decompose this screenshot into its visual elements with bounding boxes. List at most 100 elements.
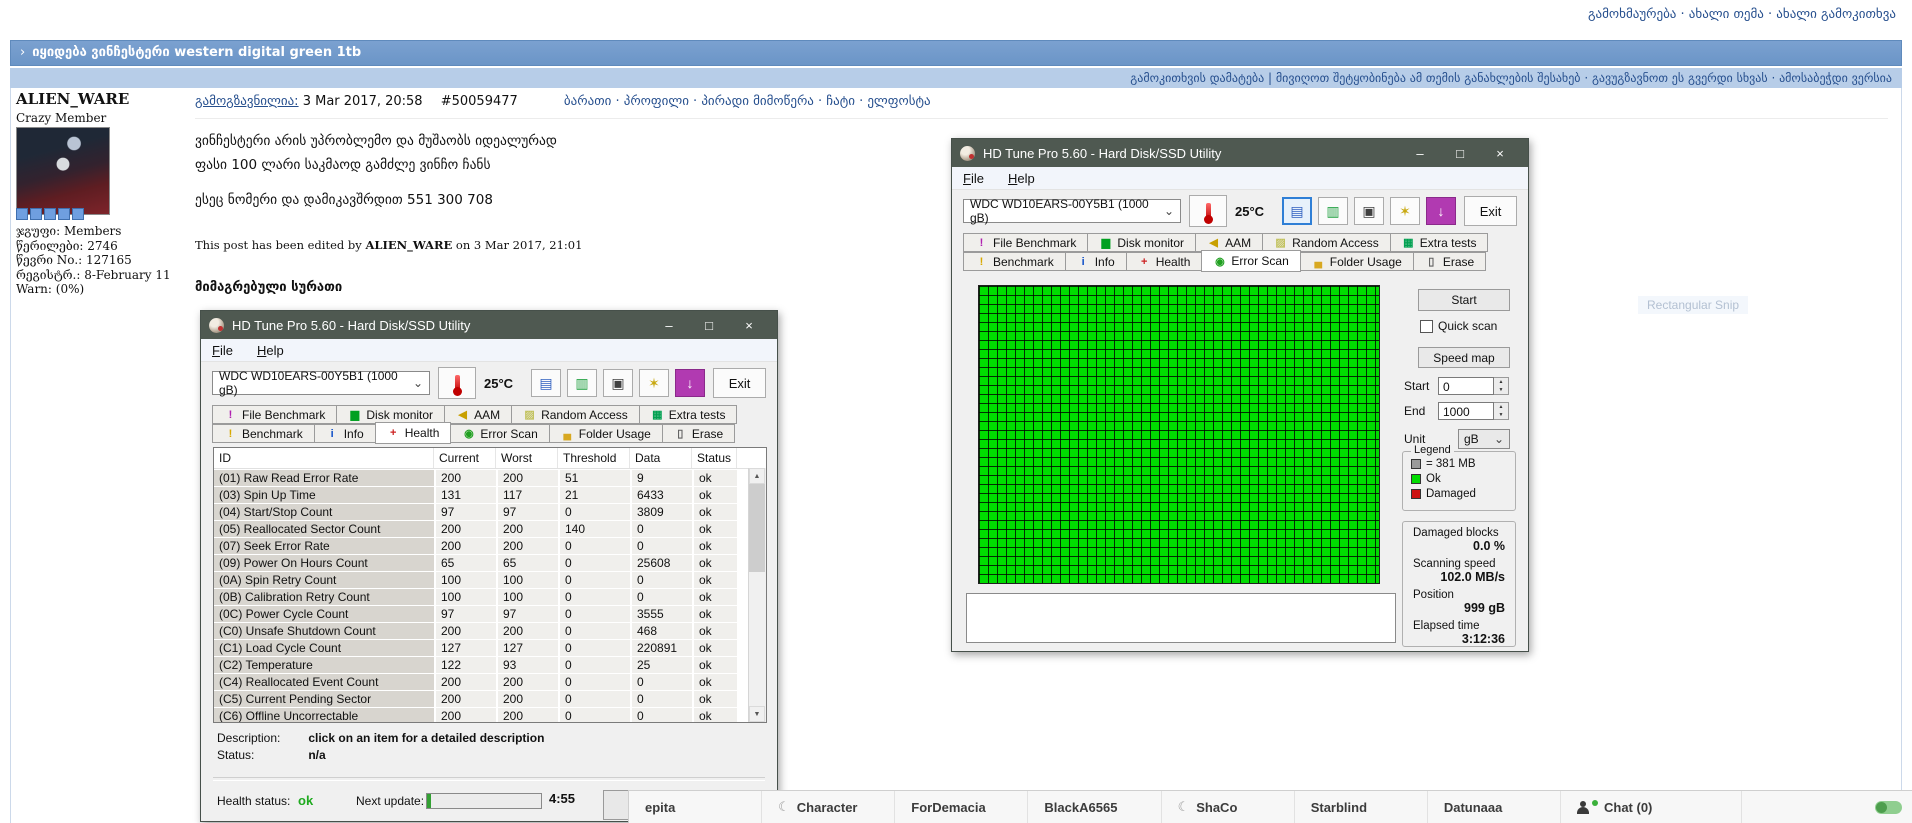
window-titlebar[interactable]: HD Tune Pro 5.60 - Hard Disk/SSD Utility… xyxy=(201,311,777,339)
chat-tab-datunaaa[interactable]: Datunaaa xyxy=(1428,791,1561,823)
post-header-links[interactable]: ბარათი · პროფილი · პირადი მიმოწერა · ჩატ… xyxy=(564,94,931,109)
exit-button[interactable]: Exit xyxy=(713,368,766,398)
close-button[interactable]: × xyxy=(1480,146,1520,161)
table-row[interactable]: (C1) Load Cycle Count1271270220891ok xyxy=(214,639,766,656)
avatar[interactable] xyxy=(16,127,110,215)
column-header-current[interactable]: Current xyxy=(434,448,496,468)
chat-toggle-tab[interactable]: Chat (0) xyxy=(1561,791,1742,823)
table-row[interactable]: (07) Seek Error Rate20020000ok xyxy=(214,537,766,554)
tab-folder-usage[interactable]: ▄Folder Usage xyxy=(549,424,663,443)
table-row[interactable]: (C4) Reallocated Event Count20020000ok xyxy=(214,673,766,690)
speed-map-button[interactable]: Speed map xyxy=(1418,347,1510,368)
table-row[interactable]: (C2) Temperature12293025ok xyxy=(214,656,766,673)
scan-end-input[interactable]: 1000 xyxy=(1438,402,1494,420)
maximize-button[interactable]: □ xyxy=(1440,146,1480,161)
window-titlebar[interactable]: HD Tune Pro 5.60 - Hard Disk/SSD Utility… xyxy=(952,139,1528,167)
exit-button[interactable]: Exit xyxy=(1464,196,1517,226)
topic-action-links[interactable]: გამოკითხვის დამატება | მივიღოთ შეტყობინე… xyxy=(10,68,1902,88)
table-row[interactable]: (09) Power On Hours Count6565025608ok xyxy=(214,554,766,571)
spin-down-icon[interactable]: ▼ xyxy=(1494,386,1508,394)
table-row[interactable]: (03) Spin Up Time131117216433ok xyxy=(214,486,766,503)
copy-button[interactable]: ▤ xyxy=(531,369,561,397)
tab-benchmark[interactable]: !Benchmark xyxy=(963,252,1066,271)
temperature-button[interactable] xyxy=(1189,195,1227,227)
menu-help[interactable]: Help xyxy=(257,343,284,358)
close-button[interactable]: × xyxy=(729,318,769,333)
screenshot-button[interactable]: ▣ xyxy=(1354,197,1384,225)
menu-help[interactable]: Help xyxy=(1008,171,1035,186)
start-scan-button[interactable]: Start xyxy=(1418,289,1510,311)
drive-select[interactable]: WDC WD10EARS-00Y5B1 (1000 gB) ⌄ xyxy=(212,371,430,395)
unit-select[interactable]: gB ⌄ xyxy=(1458,429,1510,449)
tab-folder-usage[interactable]: ▄Folder Usage xyxy=(1300,252,1414,271)
table-row[interactable]: (0B) Calibration Retry Count10010000ok xyxy=(214,588,766,605)
save-button[interactable]: ↓ xyxy=(675,369,705,397)
save-button[interactable]: ↓ xyxy=(1426,197,1456,225)
table-row[interactable]: (0A) Spin Retry Count10010000ok xyxy=(214,571,766,588)
scan-start-stepper[interactable]: ▲ ▼ xyxy=(1494,377,1509,395)
maximize-button[interactable]: □ xyxy=(689,318,729,333)
chat-tab-starblind[interactable]: Starblind xyxy=(1295,791,1428,823)
table-scrollbar[interactable]: ▲ ▼ xyxy=(748,468,766,722)
column-header-status[interactable]: Status xyxy=(692,448,737,468)
chat-tab-blacka6565[interactable]: BlackA6565 xyxy=(1028,791,1161,823)
tab-error-scan[interactable]: ◉Error Scan xyxy=(450,424,549,443)
tab-extra-tests[interactable]: ▦Extra tests xyxy=(639,405,738,424)
column-header-threshold[interactable]: Threshold xyxy=(558,448,630,468)
tab-error-scan[interactable]: ◉Error Scan xyxy=(1201,250,1300,272)
tab-aam[interactable]: ◀AAM xyxy=(444,405,512,424)
column-header-data[interactable]: Data xyxy=(630,448,692,468)
tab-benchmark[interactable]: !Benchmark xyxy=(212,424,315,443)
temperature-button[interactable] xyxy=(438,367,476,399)
tab-disk-monitor[interactable]: ▆Disk monitor xyxy=(1087,233,1196,252)
posted-link[interactable]: გამოგზავნილია: xyxy=(195,94,299,109)
acoustic-button[interactable]: ✶ xyxy=(1390,197,1420,225)
tab-erase[interactable]: ▯Erase xyxy=(1413,252,1486,271)
scroll-up-icon[interactable]: ▲ xyxy=(749,468,765,484)
column-header-id[interactable]: ID xyxy=(214,448,434,468)
screenshot-button[interactable]: ▣ xyxy=(603,369,633,397)
tab-random-access[interactable]: ▨Random Access xyxy=(511,405,640,424)
spin-up-icon[interactable]: ▲ xyxy=(1494,378,1508,386)
tab-info[interactable]: iInfo xyxy=(1065,252,1127,271)
spin-up-icon[interactable]: ▲ xyxy=(1494,403,1508,411)
menu-file[interactable]: File xyxy=(212,343,233,358)
chat-online-toggle[interactable] xyxy=(1875,801,1902,814)
table-row[interactable]: (C5) Current Pending Sector20020000ok xyxy=(214,690,766,707)
tab-erase[interactable]: ▯Erase xyxy=(662,424,735,443)
scan-end-stepper[interactable]: ▲ ▼ xyxy=(1494,402,1509,420)
tab-info[interactable]: iInfo xyxy=(314,424,376,443)
drive-select[interactable]: WDC WD10EARS-00Y5B1 (1000 gB) ⌄ xyxy=(963,199,1181,223)
minimize-button[interactable]: – xyxy=(649,318,689,333)
menu-file[interactable]: File xyxy=(963,171,984,186)
forum-top-links[interactable]: გამოხმაურება · ახალი თემა · ახალი გამოკი… xyxy=(1588,7,1896,22)
column-header-worst[interactable]: Worst xyxy=(496,448,558,468)
table-row[interactable]: (C6) Offline Uncorrectable20020000ok xyxy=(214,707,766,723)
table-row[interactable]: (01) Raw Read Error Rate200200519ok xyxy=(214,469,766,486)
table-row[interactable]: (04) Start/Stop Count979703809ok xyxy=(214,503,766,520)
minimize-button[interactable]: – xyxy=(1400,146,1440,161)
tab-health[interactable]: +Health xyxy=(1126,252,1203,271)
tab-extra-tests[interactable]: ▦Extra tests xyxy=(1390,233,1489,252)
scroll-down-icon[interactable]: ▼ xyxy=(749,706,765,722)
chat-tab-shaco[interactable]: ☾ShaCo xyxy=(1162,791,1295,823)
spin-down-icon[interactable]: ▼ xyxy=(1494,411,1508,419)
tab-file-benchmark[interactable]: !File Benchmark xyxy=(212,405,337,424)
table-row[interactable]: (05) Reallocated Sector Count2002001400o… xyxy=(214,520,766,537)
scrollbar-thumb[interactable] xyxy=(749,484,765,572)
chat-tab-fordemacia[interactable]: ForDemacia xyxy=(895,791,1028,823)
chat-tab-character[interactable]: ☾Character xyxy=(762,791,895,823)
chat-tab-epita[interactable]: epita xyxy=(629,791,762,823)
scan-start-input[interactable]: 0 xyxy=(1438,377,1494,395)
tab-health[interactable]: +Health xyxy=(375,422,452,444)
post-author[interactable]: ALIEN_WARE xyxy=(16,90,129,108)
smart-table[interactable]: IDCurrentWorstThresholdDataStatus (01) R… xyxy=(213,447,767,723)
table-row[interactable]: (0C) Power Cycle Count979703555ok xyxy=(214,605,766,622)
quick-scan-checkbox[interactable] xyxy=(1420,320,1433,333)
acoustic-button[interactable]: ✶ xyxy=(639,369,669,397)
table-row[interactable]: (C0) Unsafe Shutdown Count2002000468ok xyxy=(214,622,766,639)
copy-image-button[interactable]: ▥ xyxy=(567,369,597,397)
tab-file-benchmark[interactable]: !File Benchmark xyxy=(963,233,1088,252)
copy-button[interactable]: ▤ xyxy=(1282,197,1312,225)
copy-image-button[interactable]: ▥ xyxy=(1318,197,1348,225)
